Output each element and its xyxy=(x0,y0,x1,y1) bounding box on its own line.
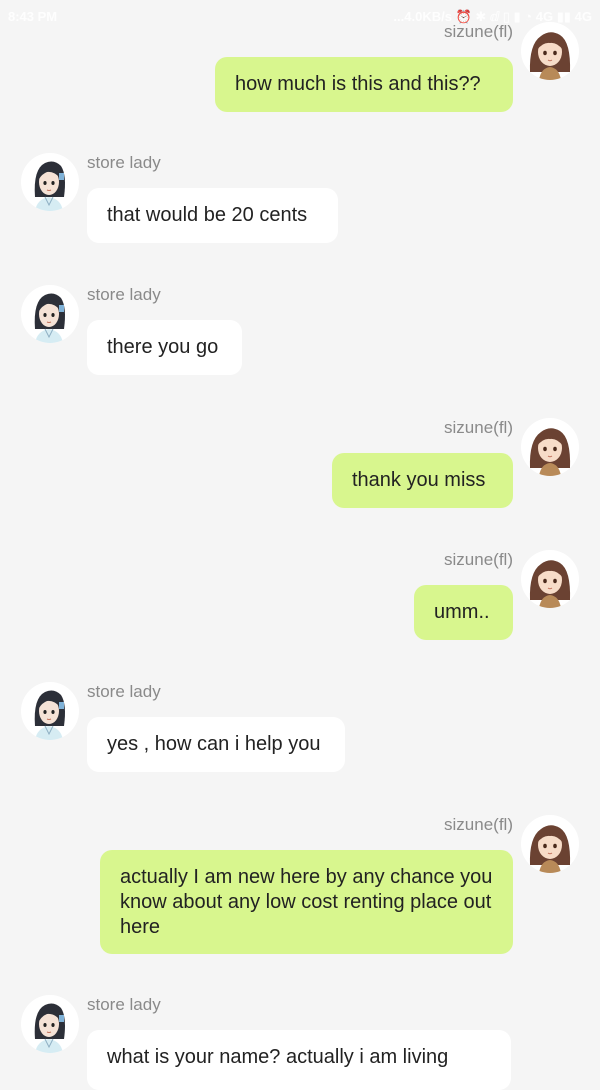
sender-name: sizune(fl) xyxy=(444,550,513,569)
sender-name: sizune(fl) xyxy=(444,418,513,437)
message-bubble[interactable]: yes , how can i help you xyxy=(87,717,345,772)
sender-name: store lady xyxy=(87,995,161,1014)
message-bubble[interactable]: what is your name? actually i am living xyxy=(87,1030,511,1090)
sender-name: sizune(fl) xyxy=(444,22,513,41)
message-bubble[interactable]: there you go xyxy=(87,320,242,375)
sizune-avatar[interactable] xyxy=(521,550,579,608)
sender-name: store lady xyxy=(87,285,161,304)
message-bubble[interactable]: that would be 20 cents xyxy=(87,188,338,243)
sender-name: store lady xyxy=(87,153,161,172)
sizune-avatar[interactable] xyxy=(521,418,579,476)
woman-black-hair-icon xyxy=(21,682,79,740)
girl-brown-hair-icon xyxy=(521,550,579,608)
message-bubble[interactable]: how much is this and this?? xyxy=(215,57,513,112)
message-bubble[interactable]: umm.. xyxy=(414,585,513,640)
store-lady-avatar[interactable] xyxy=(21,285,79,343)
sender-name: store lady xyxy=(87,682,161,701)
sizune-avatar[interactable] xyxy=(521,815,579,873)
status-time: 8:43 PM xyxy=(8,9,58,24)
woman-black-hair-icon xyxy=(21,995,79,1053)
sizune-avatar[interactable] xyxy=(521,22,579,80)
girl-brown-hair-icon xyxy=(521,418,579,476)
store-lady-avatar[interactable] xyxy=(21,153,79,211)
store-lady-avatar[interactable] xyxy=(21,682,79,740)
woman-black-hair-icon xyxy=(21,285,79,343)
message-bubble[interactable]: actually I am new here by any chance you… xyxy=(100,850,513,954)
girl-brown-hair-icon xyxy=(521,815,579,873)
message-bubble[interactable]: thank you miss xyxy=(332,453,513,508)
store-lady-avatar[interactable] xyxy=(21,995,79,1053)
woman-black-hair-icon xyxy=(21,153,79,211)
girl-brown-hair-icon xyxy=(521,22,579,80)
sender-name: sizune(fl) xyxy=(444,815,513,834)
